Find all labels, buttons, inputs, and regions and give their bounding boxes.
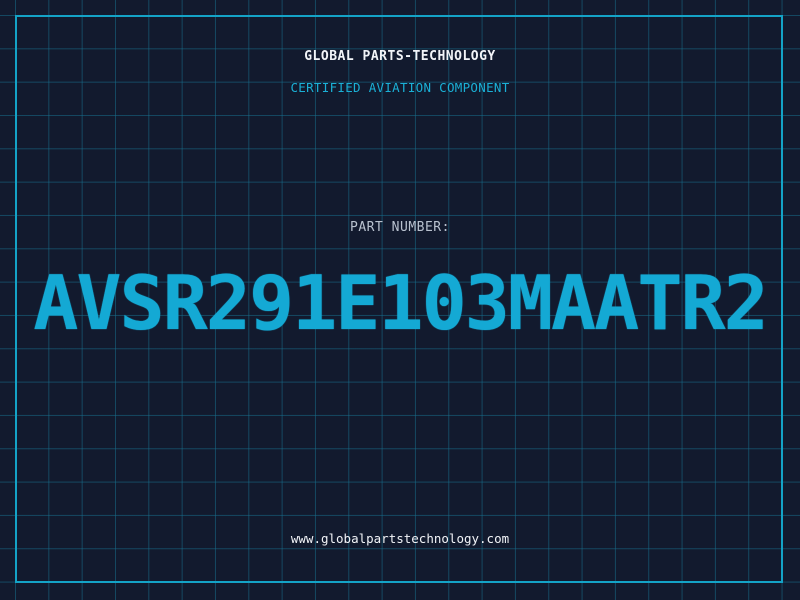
certification-subtitle: CERTIFIED AVIATION COMPONENT [290, 80, 510, 95]
part-number-value: AVSR291E103MAATR2 [33, 259, 769, 347]
part-number-label: PART NUMBER: [350, 220, 450, 235]
part-card: GLOBAL PARTS-TECHNOLOGY CERTIFIED AVIATI… [0, 0, 800, 600]
website-url: www.globalpartstechnology.com [290, 531, 510, 546]
company-name: GLOBAL PARTS-TECHNOLOGY [304, 49, 496, 64]
